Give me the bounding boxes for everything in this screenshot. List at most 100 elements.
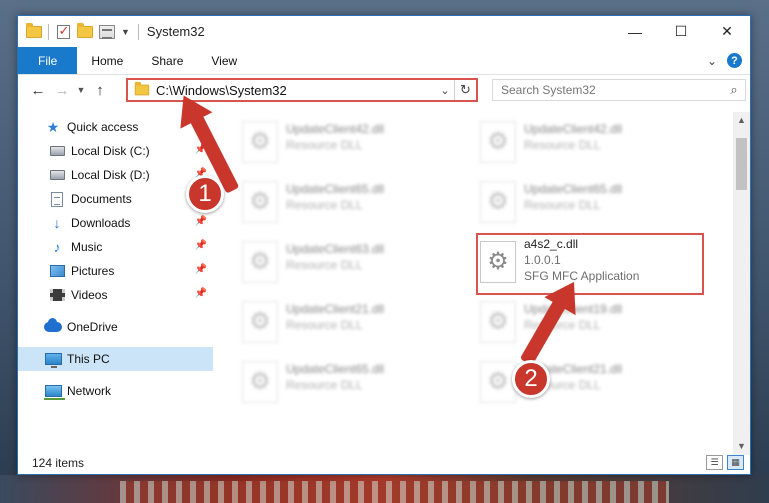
sidebar-item-local-disk-c[interactable]: Local Disk (C:) 📌 bbox=[18, 139, 213, 163]
window-title: System32 bbox=[146, 24, 205, 39]
this-pc-icon bbox=[44, 351, 62, 368]
expand-ribbon-chevron-icon[interactable]: ⌄ bbox=[707, 54, 717, 68]
tiles-view-icon[interactable]: ▦ bbox=[727, 455, 744, 470]
address-dropdown-chevron-icon[interactable]: ⌄ bbox=[436, 84, 454, 97]
sidebar-item-music[interactable]: ♪ Music 📌 bbox=[18, 235, 213, 259]
sidebar-item-label: Quick access bbox=[67, 120, 139, 134]
dll-file-icon: ⚙ bbox=[242, 121, 278, 163]
sidebar-item-label: This PC bbox=[67, 352, 110, 366]
dll-file-icon: ⚙ bbox=[480, 301, 516, 343]
minimize-button[interactable]: — bbox=[612, 16, 658, 47]
sidebar-item-downloads[interactable]: ↓ Downloads 📌 bbox=[18, 211, 213, 235]
dll-file-icon: ⚙ bbox=[242, 301, 278, 343]
file-type: Resource DLL bbox=[286, 138, 363, 152]
highlight-box-dll-file bbox=[476, 233, 704, 295]
sidebar-item-videos[interactable]: Videos 📌 bbox=[18, 283, 213, 307]
desktop-background bbox=[0, 475, 769, 503]
dll-file-icon: ⚙ bbox=[242, 361, 278, 403]
file-name: UpdateClient65.dll bbox=[286, 182, 385, 196]
sidebar-item-documents[interactable]: Documents 📌 bbox=[18, 187, 213, 211]
disk-icon bbox=[48, 143, 66, 159]
videos-icon bbox=[48, 287, 66, 303]
sidebar-item-pictures[interactable]: Pictures 📌 bbox=[18, 259, 213, 283]
dll-file-icon: ⚙ bbox=[480, 121, 516, 163]
help-icon[interactable]: ? bbox=[727, 53, 742, 68]
music-icon: ♪ bbox=[53, 239, 61, 255]
search-box[interactable]: ⌕ bbox=[492, 79, 746, 101]
tab-home[interactable]: Home bbox=[77, 47, 137, 74]
file-type: Resource DLL bbox=[286, 318, 363, 332]
onedrive-icon bbox=[44, 318, 62, 335]
properties-check-icon[interactable] bbox=[55, 23, 71, 40]
dll-file-icon: ⚙ bbox=[480, 181, 516, 223]
pictures-icon bbox=[48, 263, 66, 279]
network-icon bbox=[43, 383, 65, 400]
back-arrow-icon[interactable]: ← bbox=[26, 82, 50, 99]
downloads-icon: ↓ bbox=[53, 215, 61, 231]
sidebar-item-label: Videos bbox=[71, 288, 108, 302]
close-button[interactable]: ✕ bbox=[704, 16, 750, 47]
forward-arrow-icon[interactable]: → bbox=[50, 82, 74, 99]
pin-icon[interactable]: 📌 bbox=[195, 216, 207, 227]
maximize-button[interactable]: ☐ bbox=[658, 16, 704, 47]
disk-icon bbox=[48, 167, 66, 183]
file-type: Resource DLL bbox=[286, 378, 363, 392]
sidebar-item-onedrive[interactable]: OneDrive bbox=[18, 315, 213, 339]
file-explorer-window: ▼ System32 — ☐ ✕ File Home Share View ⌄ … bbox=[17, 15, 751, 475]
new-folder-icon[interactable] bbox=[77, 22, 93, 40]
sidebar-item-label: Network bbox=[67, 384, 112, 398]
sidebar-item-label: Local Disk (D:) bbox=[71, 168, 150, 182]
file-tile[interactable]: ⚙ UpdateClient21.dll Resource DLL bbox=[242, 297, 468, 351]
sidebar-item-network[interactable]: Network bbox=[18, 379, 213, 403]
file-tile[interactable]: ⚙ UpdateClient65.dll Resource DLL bbox=[480, 177, 706, 231]
tab-share[interactable]: Share bbox=[137, 47, 197, 74]
sidebar-item-this-pc[interactable]: This PC bbox=[18, 347, 213, 371]
properties-icon[interactable] bbox=[99, 24, 115, 40]
tab-file[interactable]: File bbox=[18, 47, 78, 74]
sidebar-item-label: Downloads bbox=[71, 216, 131, 230]
file-tile[interactable]: ⚙ UpdateClient19.dll Resource DLL bbox=[480, 297, 706, 351]
sidebar-item-label: Music bbox=[71, 240, 103, 254]
window-controls: — ☐ ✕ bbox=[612, 16, 750, 47]
toolbar-divider bbox=[137, 23, 139, 40]
dll-file-icon: ⚙ bbox=[480, 361, 516, 403]
sidebar-item-label: Documents bbox=[71, 192, 132, 206]
search-icon: ⌕ bbox=[730, 82, 738, 97]
file-tile[interactable]: ⚙ UpdateClient42.dll Resource DLL bbox=[242, 117, 468, 171]
sidebar-item-label: Local Disk (C:) bbox=[71, 144, 150, 158]
search-input[interactable] bbox=[501, 83, 723, 97]
file-name: UpdateClient42.dll bbox=[286, 122, 385, 136]
step-badge-2: 2 bbox=[512, 360, 550, 398]
file-type: Resource DLL bbox=[524, 138, 601, 152]
refresh-icon[interactable]: ↻ bbox=[454, 80, 476, 100]
status-bar: 124 items ☰ ▦ bbox=[18, 452, 750, 474]
file-name: UpdateClient42.dll bbox=[524, 122, 623, 136]
navigation-pane: ★ Quick access Local Disk (C:) 📌 Local D… bbox=[18, 112, 213, 452]
file-tile[interactable]: ⚙ UpdateClient65.dll Resource DLL bbox=[242, 177, 468, 231]
view-switcher: ☰ ▦ bbox=[706, 455, 744, 470]
sidebar-item-local-disk-d[interactable]: Local Disk (D:) 📌 bbox=[18, 163, 213, 187]
quick-access-toolbar: ▼ System32 bbox=[18, 16, 205, 47]
sidebar-item-label: OneDrive bbox=[67, 320, 118, 334]
tab-view[interactable]: View bbox=[197, 47, 251, 74]
file-tile[interactable]: ⚙ UpdateClient65.dll Resource DLL bbox=[242, 357, 468, 411]
file-name: UpdateClient21.dll bbox=[286, 302, 385, 316]
scroll-up-arrow-icon[interactable]: ▲ bbox=[733, 112, 750, 129]
sidebar-item-label: Pictures bbox=[71, 264, 115, 278]
file-tile[interactable]: ⚙ UpdateClient42.dll Resource DLL bbox=[480, 117, 706, 171]
title-bar: ▼ System32 — ☐ ✕ bbox=[18, 16, 750, 47]
scroll-thumb[interactable] bbox=[736, 138, 747, 190]
up-arrow-icon[interactable]: ↑ bbox=[88, 82, 112, 99]
recent-locations-chevron-icon[interactable]: ▼ bbox=[74, 85, 88, 95]
pin-icon[interactable]: 📌 bbox=[195, 240, 207, 251]
ribbon-tabs: File Home Share View ⌄ ? bbox=[18, 47, 750, 75]
pin-icon[interactable]: 📌 bbox=[195, 264, 207, 275]
vertical-scrollbar[interactable]: ▲ ▼ bbox=[733, 112, 750, 455]
file-name: UpdateClient65.dll bbox=[286, 362, 385, 376]
star-icon: ★ bbox=[46, 118, 60, 135]
file-name: UpdateClient63.dll bbox=[286, 242, 385, 256]
details-view-icon[interactable]: ☰ bbox=[706, 455, 723, 470]
customize-toolbar-dropdown-icon[interactable]: ▼ bbox=[121, 27, 130, 37]
pin-icon[interactable]: 📌 bbox=[195, 288, 207, 299]
file-tile[interactable]: ⚙ UpdateClient63.dll Resource DLL bbox=[242, 237, 468, 291]
